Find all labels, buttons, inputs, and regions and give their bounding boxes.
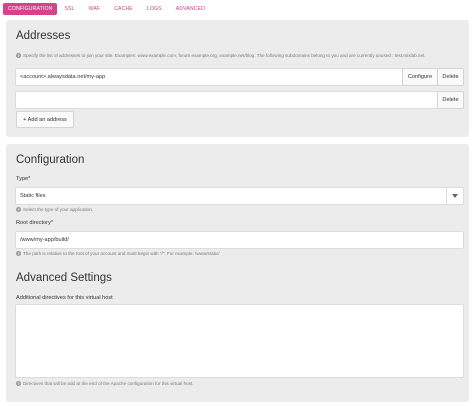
info-icon: ? — [16, 381, 21, 387]
delete-button-2[interactable]: Delete — [437, 91, 464, 109]
type-help: ? Select the type of your application. — [16, 207, 93, 214]
configuration-title: Configuration — [16, 154, 85, 166]
type-help-text: Select the type of your application. — [23, 207, 94, 212]
tab-logs[interactable]: Logs — [140, 3, 169, 15]
chevron-down-icon[interactable] — [446, 188, 463, 204]
type-select-value: Static files — [20, 193, 46, 199]
root-directory-label: Root directory* — [16, 220, 53, 226]
tab-waf[interactable]: WAF — [82, 3, 108, 15]
tab-configuration[interactable]: Configuration — [3, 3, 58, 15]
addresses-help: ? Specify the list of addresses to join y… — [16, 53, 456, 60]
type-select[interactable]: Static files — [15, 187, 464, 205]
root-directory-input[interactable]: /www/my-app/build/ — [15, 231, 464, 249]
root-directory-help: ? The path is relative to the root of you… — [16, 251, 220, 258]
add-address-button[interactable]: + Add an address — [16, 111, 74, 128]
addresses-title: Addresses — [16, 30, 71, 42]
directives-help-text: Directives that will be add at the end o… — [23, 381, 194, 386]
tab-bar: Configuration SSL WAF Cache Logs Advance… — [3, 3, 212, 15]
tab-advanced[interactable]: Advanced — [169, 3, 212, 15]
directives-textarea[interactable] — [15, 304, 464, 378]
info-icon: ? — [16, 251, 21, 257]
delete-button-1[interactable]: Delete — [437, 68, 464, 86]
address-input-2[interactable] — [15, 91, 438, 109]
info-icon: ? — [16, 207, 21, 213]
address-input-1[interactable]: <account>.alwaysdata.net/my-app — [15, 68, 403, 86]
addresses-panel: Addresses ? Specify the list of addresses… — [6, 20, 469, 137]
info-icon: ? — [16, 53, 21, 59]
directives-label: Additional directives for this virtual h… — [16, 295, 113, 301]
type-label: Type* — [16, 176, 31, 182]
configuration-panel: Configuration Type* Static files ? Select… — [6, 144, 469, 402]
tab-cache[interactable]: Cache — [107, 3, 140, 15]
directives-help: ? Directives that will be add at the end … — [16, 381, 194, 388]
root-directory-help-text: The path is relative to the root of your… — [23, 251, 220, 256]
advanced-settings-title: Advanced Settings — [16, 272, 112, 284]
configure-button[interactable]: Configure — [402, 68, 438, 86]
addresses-help-text: Specify the list of addresses to join yo… — [23, 53, 426, 58]
tab-ssl[interactable]: SSL — [57, 3, 81, 15]
